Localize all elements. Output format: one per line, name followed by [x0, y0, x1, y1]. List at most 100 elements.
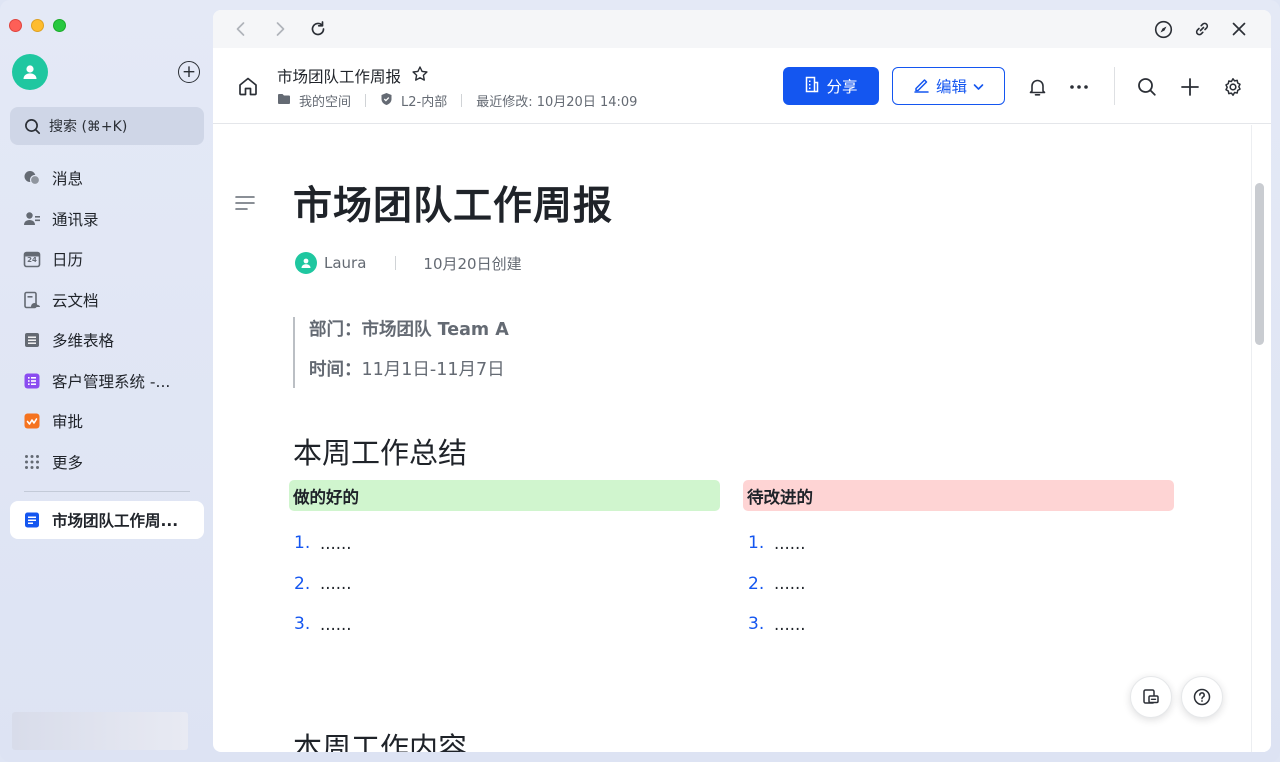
refresh-icon[interactable] — [308, 19, 328, 39]
list-number: 2. — [294, 573, 311, 594]
outline-toggle-icon[interactable] — [235, 195, 255, 215]
list-number: 2. — [748, 573, 765, 594]
chevron-down-icon — [973, 77, 984, 95]
contacts-icon — [23, 210, 41, 228]
sidebar-divider — [24, 491, 190, 492]
improve-column: 待改进的 1....... 2....... 3....... — [743, 480, 1174, 645]
good-heading[interactable]: 做的好的 — [289, 480, 720, 511]
help-button[interactable] — [1181, 676, 1223, 718]
sidebar-item-crm[interactable]: 客户管理系统 -... — [10, 361, 204, 402]
doc-title[interactable]: 市场团队工作周报 — [277, 65, 401, 87]
sidebar-item-label: 日历 — [52, 251, 84, 270]
list-item[interactable]: 1....... — [289, 523, 720, 564]
improve-heading[interactable]: 待改进的 — [743, 480, 1174, 511]
author-name[interactable]: Laura — [324, 254, 366, 272]
sidebar-item-calendar[interactable]: 24 日历 — [10, 239, 204, 280]
edit-mode-button[interactable]: 编辑 — [892, 67, 1005, 105]
list-item[interactable]: 3....... — [743, 604, 1174, 645]
document-title[interactable]: 市场团队工作周报 — [293, 175, 613, 231]
sidebar-pinned-doc[interactable]: 市场团队工作周... — [10, 501, 204, 539]
forward-icon[interactable] — [270, 19, 290, 39]
settings-gear-icon[interactable] — [1223, 77, 1243, 97]
list-text: ...... — [774, 574, 806, 594]
list-text: ...... — [320, 574, 352, 594]
list-item[interactable]: 2....... — [289, 564, 720, 605]
doc-location[interactable]: 我的空间 — [299, 91, 351, 110]
pencil-icon — [913, 76, 930, 97]
shield-icon — [380, 92, 393, 110]
main-panel: 市场团队工作周报 我的空间 L2-内部 最近修改: 10月20日 14:09 分… — [213, 10, 1271, 752]
plus-icon: + — [181, 61, 197, 82]
calendar-day: 24 — [27, 256, 37, 265]
list-item[interactable]: 2....... — [743, 564, 1174, 605]
section-heading-summary[interactable]: 本周工作总结 — [293, 430, 467, 472]
list-text: ...... — [774, 614, 806, 634]
comment-doc-icon — [1143, 689, 1159, 704]
star-icon[interactable] — [411, 65, 429, 87]
search-placeholder: 搜索 (⌘+K) — [49, 119, 128, 135]
section-heading-content[interactable]: 本周工作内容 — [293, 725, 467, 752]
question-circle-icon — [1193, 688, 1211, 706]
time-label: 时间： — [309, 360, 362, 380]
security-level[interactable]: L2-内部 — [401, 91, 447, 110]
last-modified: 最近修改: 10月20日 14:09 — [476, 95, 638, 110]
author-avatar[interactable] — [295, 252, 317, 274]
home-icon[interactable] — [237, 75, 259, 101]
search-icon[interactable] — [1137, 77, 1157, 97]
comment-panel-button[interactable] — [1130, 676, 1172, 718]
list-text: ...... — [774, 533, 806, 553]
sidebar-item-approval[interactable]: 审批 — [10, 401, 204, 442]
sidebar-item-contacts[interactable]: 通讯录 — [10, 199, 204, 240]
list-item[interactable]: 3....... — [289, 604, 720, 645]
dept-line: 部门：市场团队 Team A — [309, 317, 509, 357]
link-icon[interactable] — [1192, 19, 1212, 39]
user-avatar[interactable] — [12, 54, 48, 90]
back-icon[interactable] — [231, 19, 251, 39]
approval-icon — [23, 412, 41, 430]
doc-title-row: 市场团队工作周报 — [277, 65, 429, 87]
share-button[interactable]: 分享 — [783, 67, 879, 105]
sidebar-item-label: 更多 — [52, 453, 84, 472]
app-window: + 搜索 (⌘+K) 消息 通讯录 24 日历 云文档 多维表格 客户管理系统 … — [0, 0, 1280, 762]
good-column: 做的好的 1....... 2....... 3....... — [289, 480, 720, 645]
list-number: 1. — [748, 533, 765, 554]
scrollbar-thumb[interactable] — [1255, 183, 1264, 345]
sidebar: + 搜索 (⌘+K) 消息 通讯录 24 日历 云文档 多维表格 客户管理系统 … — [0, 0, 212, 762]
pinned-doc-label: 市场团队工作周... — [52, 512, 179, 530]
sidebar-nav: 消息 通讯录 24 日历 云文档 多维表格 客户管理系统 -... 审批 更多 — [10, 158, 204, 482]
sidebar-item-more[interactable]: 更多 — [10, 442, 204, 483]
meta-separator — [365, 94, 367, 107]
list-text: ...... — [320, 614, 352, 634]
more-options-icon[interactable] — [1069, 77, 1089, 97]
chat-bubbles-icon — [23, 169, 41, 187]
doc-meta: 我的空间 L2-内部 最近修改: 10月20日 14:09 — [277, 91, 637, 110]
header-separator — [1114, 67, 1115, 105]
sidebar-item-base-tables[interactable]: 多维表格 — [10, 320, 204, 361]
sidebar-item-label: 多维表格 — [52, 332, 115, 351]
building-icon — [804, 76, 820, 97]
sidebar-item-label: 通讯录 — [52, 210, 99, 229]
info-quote-block[interactable]: 部门：市场团队 Team A 时间：11月1日-11月7日 — [293, 317, 509, 388]
browser-toolbar — [213, 10, 1271, 48]
search-input[interactable]: 搜索 (⌘+K) — [10, 107, 204, 145]
good-list: 1....... 2....... 3....... — [289, 523, 720, 645]
time-value: 11月1日-11月7日 — [361, 360, 505, 380]
improve-list: 1....... 2....... 3....... — [743, 523, 1174, 645]
blurred-region — [12, 712, 188, 750]
crm-app-icon — [23, 372, 41, 390]
bell-icon[interactable] — [1027, 77, 1047, 97]
created-date: 10月20日创建 — [423, 254, 522, 273]
list-number: 3. — [748, 614, 765, 635]
create-new-button[interactable]: + — [178, 61, 200, 83]
close-icon[interactable] — [1229, 19, 1249, 39]
person-icon — [23, 65, 37, 79]
document-header: 市场团队工作周报 我的空间 L2-内部 最近修改: 10月20日 14:09 分… — [213, 48, 1271, 124]
sidebar-item-label: 云文档 — [52, 291, 99, 310]
compass-icon[interactable] — [1153, 19, 1173, 39]
document-body: 市场团队工作周报 Laura 10月20日创建 部门：市场团队 Team A 时… — [213, 125, 1251, 752]
sidebar-item-cloud-docs[interactable]: 云文档 — [10, 280, 204, 321]
plus-icon[interactable] — [1180, 77, 1200, 97]
sidebar-item-messages[interactable]: 消息 — [10, 158, 204, 199]
list-item[interactable]: 1....... — [743, 523, 1174, 564]
list-number: 3. — [294, 614, 311, 635]
